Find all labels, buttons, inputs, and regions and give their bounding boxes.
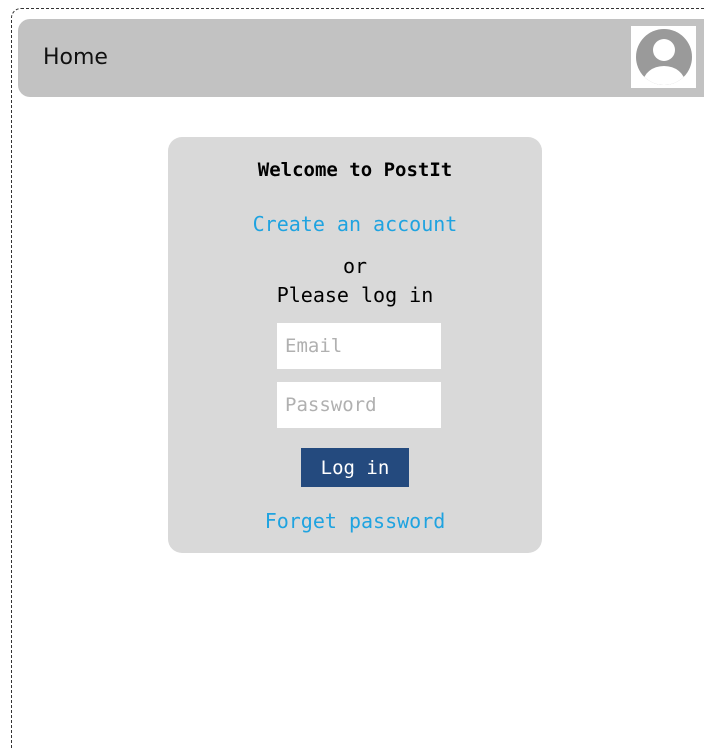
avatar-silhouette-icon xyxy=(635,29,692,85)
create-account-link[interactable]: Create an account xyxy=(168,212,542,236)
page-title: Home xyxy=(43,45,108,70)
or-separator: or xyxy=(342,254,368,278)
login-button[interactable]: Log in xyxy=(301,448,409,487)
user-avatar-icon[interactable] xyxy=(631,26,696,88)
login-card: Welcome to PostIt Create an account or P… xyxy=(168,137,542,553)
welcome-heading: Welcome to PostIt xyxy=(257,159,453,181)
login-prompt: Please log in xyxy=(276,283,434,307)
app-header: Home xyxy=(18,19,704,97)
password-field[interactable] xyxy=(277,382,441,428)
email-field[interactable] xyxy=(277,323,441,369)
forget-password-link[interactable]: Forget password xyxy=(168,509,542,533)
